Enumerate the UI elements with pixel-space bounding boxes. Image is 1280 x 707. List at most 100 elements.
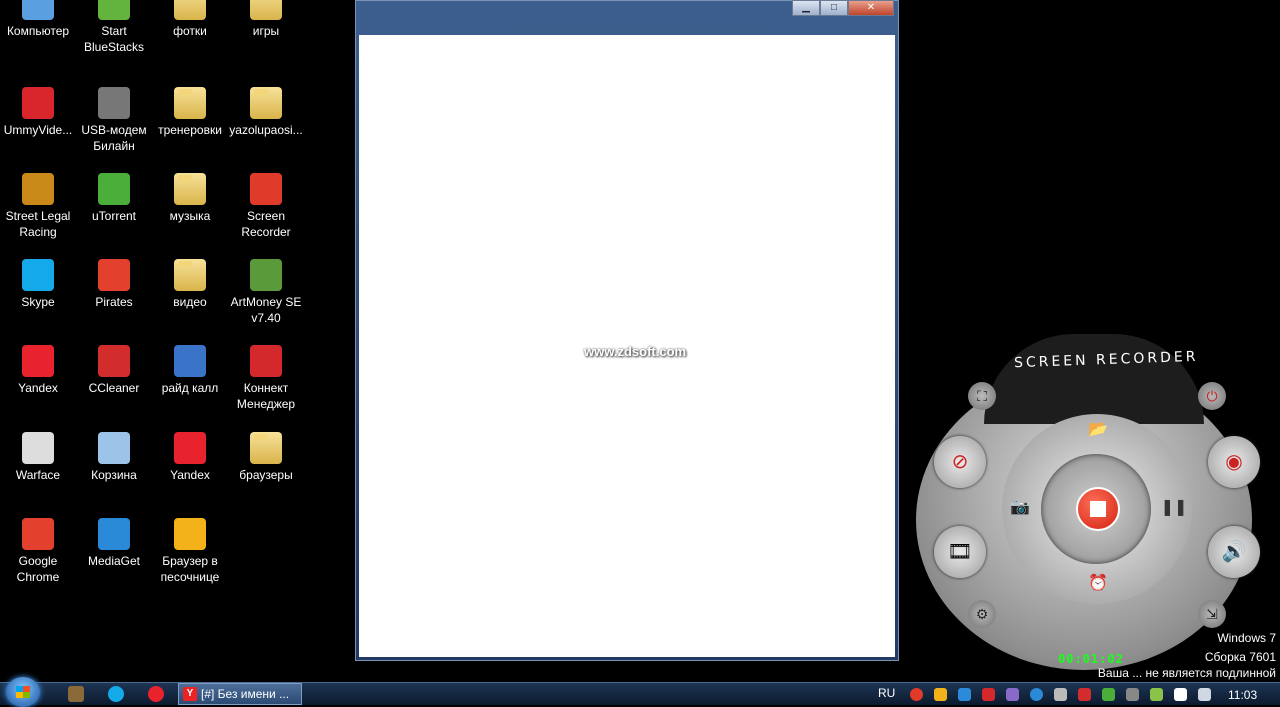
crop-region-icon[interactable]: ⛶ [968, 382, 996, 410]
desktop-icon-label: Yandex [170, 468, 210, 482]
screen-recorder-icon [250, 173, 282, 205]
desktop-icon[interactable]: Skype [0, 259, 76, 310]
window-controls: ▁ □ ✕ [792, 0, 894, 16]
tray-flag-icon[interactable] [1174, 688, 1187, 701]
desktop-icon[interactable]: Street Legal Racing [0, 173, 76, 240]
folder-icon [174, 0, 206, 20]
stop-record-button[interactable] [1076, 487, 1120, 531]
camera-snapshot-icon[interactable]: 📷 [1006, 494, 1034, 522]
desktop-icon[interactable]: тренеровки [152, 87, 228, 138]
tray-battery-icon[interactable] [1150, 688, 1163, 701]
screen-recorder-widget[interactable]: SCREEN RECORDER ⛶ ⏻ ⚙ ⇲ ⊘ 🎞 ◉ 🔊 📂 📷 ❚❚ ⏰ [914, 334, 1280, 670]
tray-recorder-icon[interactable] [910, 688, 923, 701]
close-button[interactable]: ✕ [848, 0, 894, 16]
desktop-icon-label: Skype [21, 295, 55, 309]
desktop-icon-label: USB-модем Билайн [81, 123, 147, 153]
warface-icon [22, 432, 54, 464]
desktop-icon[interactable]: Warface [0, 432, 76, 483]
desktop-icon[interactable]: MediaGet [76, 518, 152, 569]
folder-icon [174, 87, 206, 119]
desktop-icon[interactable]: фотки [152, 0, 228, 39]
tray-info-icon[interactable] [1030, 688, 1043, 701]
recycle-bin-icon [98, 432, 130, 464]
desktop-icon-label: фотки [173, 24, 207, 38]
desktop-icon-label: Warface [15, 468, 61, 482]
mute-audio-button[interactable]: ⊘ [934, 436, 986, 488]
folder-open-icon[interactable]: 📂 [1084, 416, 1112, 444]
folder-icon [174, 259, 206, 291]
chrome-icon [22, 518, 54, 550]
yandex-icon [22, 345, 54, 377]
taskbar-clock[interactable]: 11:03 [1228, 688, 1257, 702]
mediaget-icon [98, 518, 130, 550]
desktop-icon-label: Yandex [18, 381, 58, 395]
taskbar-app-icon[interactable] [68, 686, 84, 702]
desktop-icon[interactable]: Pirates [76, 259, 152, 310]
tray-connect-icon[interactable] [982, 688, 995, 701]
settings-gear-icon[interactable]: ⚙ [968, 600, 996, 628]
maximize-button[interactable]: □ [820, 0, 848, 16]
minimize-button[interactable]: ▁ [792, 0, 820, 16]
start-button[interactable] [6, 677, 40, 707]
desktop-icon[interactable]: игры [228, 0, 304, 39]
desktop-icon-label: Google Chrome [16, 554, 60, 584]
desktop-icon[interactable]: браузеры [228, 432, 304, 483]
desktop-icon-label: CCleaner [88, 381, 140, 395]
desktop-icon[interactable]: Компьютер [0, 0, 76, 39]
taskbar-yandex-icon[interactable] [148, 686, 164, 702]
desktop-icon[interactable]: Корзина [76, 432, 152, 483]
desktop-icon[interactable]: Screen Recorder [228, 173, 304, 240]
desktop-icon[interactable]: UmmyVide... [0, 87, 76, 138]
power-icon[interactable]: ⏻ [1198, 382, 1226, 410]
tray-speaker-icon[interactable] [1078, 688, 1091, 701]
tray-network-icon[interactable] [1102, 688, 1115, 701]
webcam-button[interactable]: ◉ [1208, 436, 1260, 488]
windows-genuine-text: Ваша ... не является подлинной [1097, 666, 1276, 680]
desktop-icon[interactable]: видео [152, 259, 228, 310]
desktop-icon[interactable]: Браузер в песочнице [152, 518, 228, 585]
pause-icon[interactable]: ❚❚ [1160, 494, 1188, 522]
tray-app-icon[interactable] [1006, 688, 1019, 701]
desktop-icon-label: Start BlueStacks [83, 24, 145, 54]
tray-g-icon[interactable] [958, 688, 971, 701]
desktop-icon[interactable]: Start BlueStacks [76, 0, 152, 55]
yandex-icon: Y [183, 687, 197, 701]
desktop-icon[interactable]: Коннект Менеджер [228, 345, 304, 412]
alarm-clock-icon[interactable]: ⏰ [1084, 570, 1112, 598]
recording-timer: 00:01:02 [1058, 652, 1124, 666]
desktop-icon-label: ArtMoney SE v7.40 [230, 295, 302, 325]
desktop-icon[interactable]: Yandex [152, 432, 228, 483]
desktop-icon-label: Pirates [95, 295, 133, 309]
desktop-icon[interactable]: ArtMoney SE v7.40 [228, 259, 304, 326]
video-file-button[interactable]: 🎞 [934, 526, 986, 578]
windows-build-text: Сборка 7601 [1204, 650, 1276, 664]
desktop-icon[interactable]: музыка [152, 173, 228, 224]
language-indicator[interactable]: RU [878, 686, 895, 700]
volume-button[interactable]: 🔊 [1208, 526, 1260, 578]
tray-device-icon[interactable] [1054, 688, 1067, 701]
folder-icon [250, 0, 282, 20]
desktop-icon-label: yazolupaosi... [229, 123, 303, 137]
app-window[interactable]: ▁ □ ✕ [355, 0, 899, 661]
desktop-icon[interactable]: yazolupaosi... [228, 87, 304, 138]
desktop-icon[interactable]: Google Chrome [0, 518, 76, 585]
racing-icon [22, 173, 54, 205]
desktop-icon-label: Компьютер [6, 24, 70, 38]
desktop-icon[interactable]: райд калл [152, 345, 228, 396]
desktop-icon-label: райд калл [161, 381, 219, 395]
desktop-icon[interactable]: CCleaner [76, 345, 152, 396]
desktop-icon-label: Street Legal Racing [5, 209, 71, 239]
tray-misc-icon[interactable] [1126, 688, 1139, 701]
tray-sandbox-icon[interactable] [934, 688, 947, 701]
utorrent-icon [98, 173, 130, 205]
ummy-icon [22, 87, 54, 119]
window-select-icon[interactable]: ⇲ [1198, 600, 1226, 628]
taskbar-window-label: [#] Без имени ... [201, 687, 290, 701]
tray-volume-icon[interactable] [1198, 688, 1211, 701]
desktop-icon[interactable]: USB-модем Билайн [76, 87, 152, 154]
desktop-icon-label: UmmyVide... [3, 123, 73, 137]
desktop-icon[interactable]: uTorrent [76, 173, 152, 224]
desktop-icon[interactable]: Yandex [0, 345, 76, 396]
taskbar-skype-icon[interactable] [108, 686, 124, 702]
taskbar-window-button[interactable]: Y [#] Без имени ... [178, 683, 302, 705]
